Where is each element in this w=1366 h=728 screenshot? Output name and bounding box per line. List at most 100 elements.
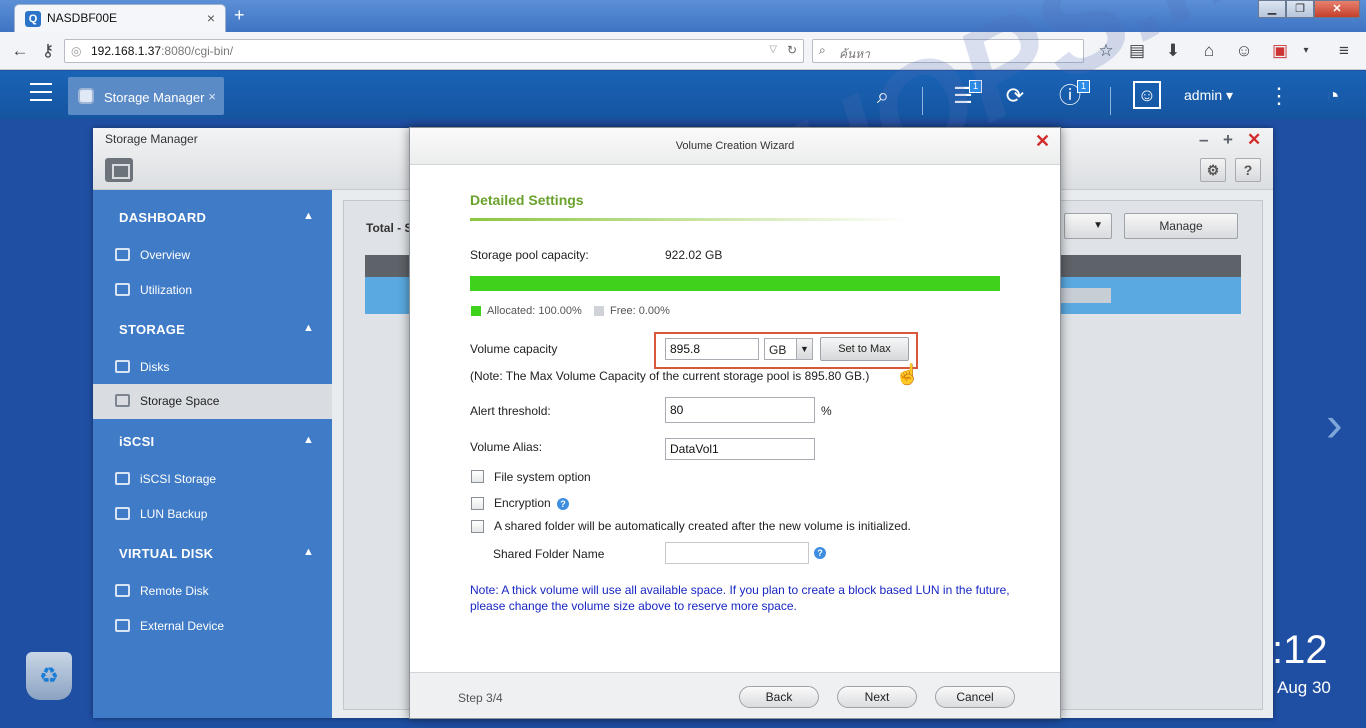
notification-badge: 1	[1077, 80, 1090, 93]
sidebar-item-label: Disks	[140, 360, 170, 374]
url-path: :8080/cgi-bin/	[161, 44, 234, 58]
help-button[interactable]: ?	[1235, 158, 1261, 182]
collapse-caret-icon[interactable]: ▲	[303, 434, 314, 446]
set-to-max-button[interactable]: Set to Max	[820, 337, 909, 361]
alert-threshold-input[interactable]	[665, 397, 815, 423]
user-avatar-icon[interactable]: ☺	[1133, 81, 1161, 109]
wizard-title: Volume Creation Wizard	[675, 140, 795, 152]
cancel-button[interactable]: Cancel	[935, 686, 1015, 708]
sidebar-section-dashboard[interactable]: DASHBOARD	[119, 210, 206, 225]
maximize-button[interactable]: ❐	[1286, 0, 1314, 18]
disk-icon	[115, 360, 130, 373]
capacity-unit-select[interactable]: GB ▼	[764, 338, 813, 360]
sidebar-section-storage[interactable]: STORAGE	[119, 322, 185, 337]
url-host: 192.168.1.37	[91, 44, 162, 58]
storage-manager-app-tab[interactable]: Storage Manager ×	[68, 77, 224, 115]
reload-icon[interactable]: ↻	[787, 43, 797, 57]
desktop-next-arrow-icon[interactable]: ›	[1326, 395, 1343, 453]
sidebar-item-disks[interactable]: Disks	[93, 350, 332, 385]
desktop-clock: :12	[1272, 628, 1328, 672]
wizard-close-icon[interactable]: ✕	[1035, 131, 1050, 152]
sidebar-item-label: Overview	[140, 248, 191, 262]
browser-tab-close-icon[interactable]: ×	[207, 10, 215, 26]
collapse-caret-icon[interactable]: ▲	[303, 546, 314, 558]
shared-folder-name-label: Shared Folder Name	[493, 547, 605, 561]
app-tab-close-icon[interactable]: ×	[208, 89, 216, 104]
step-indicator: Step 3/4	[458, 691, 503, 705]
sidebar-item-overview[interactable]: Overview	[93, 238, 332, 273]
key-icon[interactable]: ⚷	[38, 41, 58, 61]
dropdown-icon[interactable]: ▽	[769, 44, 777, 55]
external-device-icon[interactable]: ⟳	[1000, 81, 1030, 111]
sidebar-item-external-device[interactable]: External Device	[93, 609, 332, 644]
chat-icon[interactable]: ☺	[1234, 41, 1254, 61]
menu-dropdown-icon[interactable]: ▾	[1296, 41, 1316, 61]
remote-disk-icon	[115, 584, 130, 597]
sm-close-icon[interactable]: ✕	[1247, 130, 1261, 150]
sidebar-section-virtual-disk[interactable]: VIRTUAL DISK	[119, 546, 213, 561]
sidebar-item-label: Utilization	[140, 283, 193, 297]
sidebar-item-label: External Device	[140, 619, 225, 633]
browser-menu-icon[interactable]: ≡	[1334, 41, 1354, 61]
volume-capacity-input[interactable]	[665, 338, 759, 360]
volume-alias-label: Volume Alias:	[470, 440, 543, 454]
shared-folder-help-icon[interactable]: ?	[814, 547, 826, 559]
pdf-icon[interactable]: ▣	[1270, 41, 1290, 61]
bookmark-star-icon[interactable]: ☆	[1096, 41, 1116, 61]
next-button[interactable]: Next	[837, 686, 917, 708]
section-divider	[470, 218, 910, 221]
sidebar-item-remote-disk[interactable]: Remote Disk	[93, 574, 332, 609]
browser-tab[interactable]: Q NASDBF00E ×	[14, 4, 226, 32]
settings-gear-icon[interactable]: ⚙	[1200, 158, 1226, 182]
sidebar-item-utilization[interactable]: Utilization	[93, 273, 332, 308]
qnap-favicon-icon: Q	[25, 11, 41, 27]
tasks-badge: 1	[969, 80, 982, 93]
sidebar-section-iscsi[interactable]: iSCSI	[119, 434, 154, 449]
home-icon[interactable]: ⌂	[1199, 41, 1219, 61]
sm-minimize-icon[interactable]: –	[1199, 130, 1208, 150]
back-arrow-icon[interactable]: ←	[10, 41, 30, 61]
more-options-icon[interactable]: ⋮	[1264, 81, 1294, 111]
utilization-chart-icon	[115, 283, 130, 296]
storage-space-icon	[115, 394, 130, 407]
sidebar-item-lun-backup[interactable]: LUN Backup	[93, 497, 332, 532]
overview-icon	[115, 248, 130, 261]
window-close-button[interactable]: ✕	[1314, 0, 1360, 18]
collapse-caret-icon[interactable]: ▲	[303, 322, 314, 334]
minimize-button[interactable]: ▁	[1258, 0, 1286, 18]
new-tab-button[interactable]: +	[234, 5, 252, 25]
encryption-help-icon[interactable]: ?	[557, 498, 569, 510]
main-menu-icon[interactable]	[30, 83, 52, 103]
recycle-bin-icon[interactable]: ♻	[26, 652, 72, 700]
search-placeholder: ค้นหา	[839, 47, 870, 61]
manage-button[interactable]: Manage	[1124, 213, 1238, 239]
collapse-caret-icon[interactable]: ▲	[303, 210, 314, 222]
create-dropdown-button[interactable]: ▼	[1064, 213, 1112, 239]
url-bar[interactable]: ◎ 192.168.1.37:8080/cgi-bin/ ▽ ↻	[64, 39, 804, 63]
sidebar-item-storage-space[interactable]: Storage Space	[93, 384, 332, 419]
dashboard-gauge-icon[interactable]: ◔	[1318, 81, 1348, 111]
file-system-option-checkbox[interactable]	[471, 470, 484, 483]
sm-maximize-icon[interactable]: +	[1223, 130, 1233, 150]
thick-volume-note: Note: A thick volume will use all availa…	[470, 583, 1010, 613]
external-device-icon	[115, 619, 130, 632]
sidebar-item-iscsi-storage[interactable]: iSCSI Storage	[93, 462, 332, 497]
globe-icon: ◎	[71, 44, 82, 58]
volume-alias-input[interactable]	[665, 438, 815, 460]
shared-folder-checkbox[interactable]	[471, 520, 484, 533]
search-input[interactable]: ⌕ ค้นหา	[812, 39, 1084, 63]
back-button[interactable]: Back	[739, 686, 819, 708]
alert-threshold-label: Alert threshold:	[470, 404, 551, 418]
download-icon[interactable]: ⬇	[1163, 41, 1183, 61]
reading-list-icon[interactable]: ▤	[1127, 41, 1147, 61]
qts-top-bar: Storage Manager × ⌕ ☰ 1 ⟳ ⓘ 1 ☺ admin ▾ …	[0, 71, 1366, 119]
layout-toggle-button[interactable]	[105, 158, 133, 182]
app-tab-label: Storage Manager	[104, 90, 205, 105]
sidebar-item-label: Storage Space	[140, 394, 220, 408]
encryption-checkbox[interactable]	[471, 497, 484, 510]
sidebar-item-label: Remote Disk	[140, 584, 209, 598]
shared-folder-name-input[interactable]	[665, 542, 809, 564]
chevron-down-icon: ▼	[796, 339, 812, 359]
user-menu[interactable]: admin ▾	[1184, 87, 1233, 104]
qts-search-icon[interactable]: ⌕	[868, 81, 898, 111]
